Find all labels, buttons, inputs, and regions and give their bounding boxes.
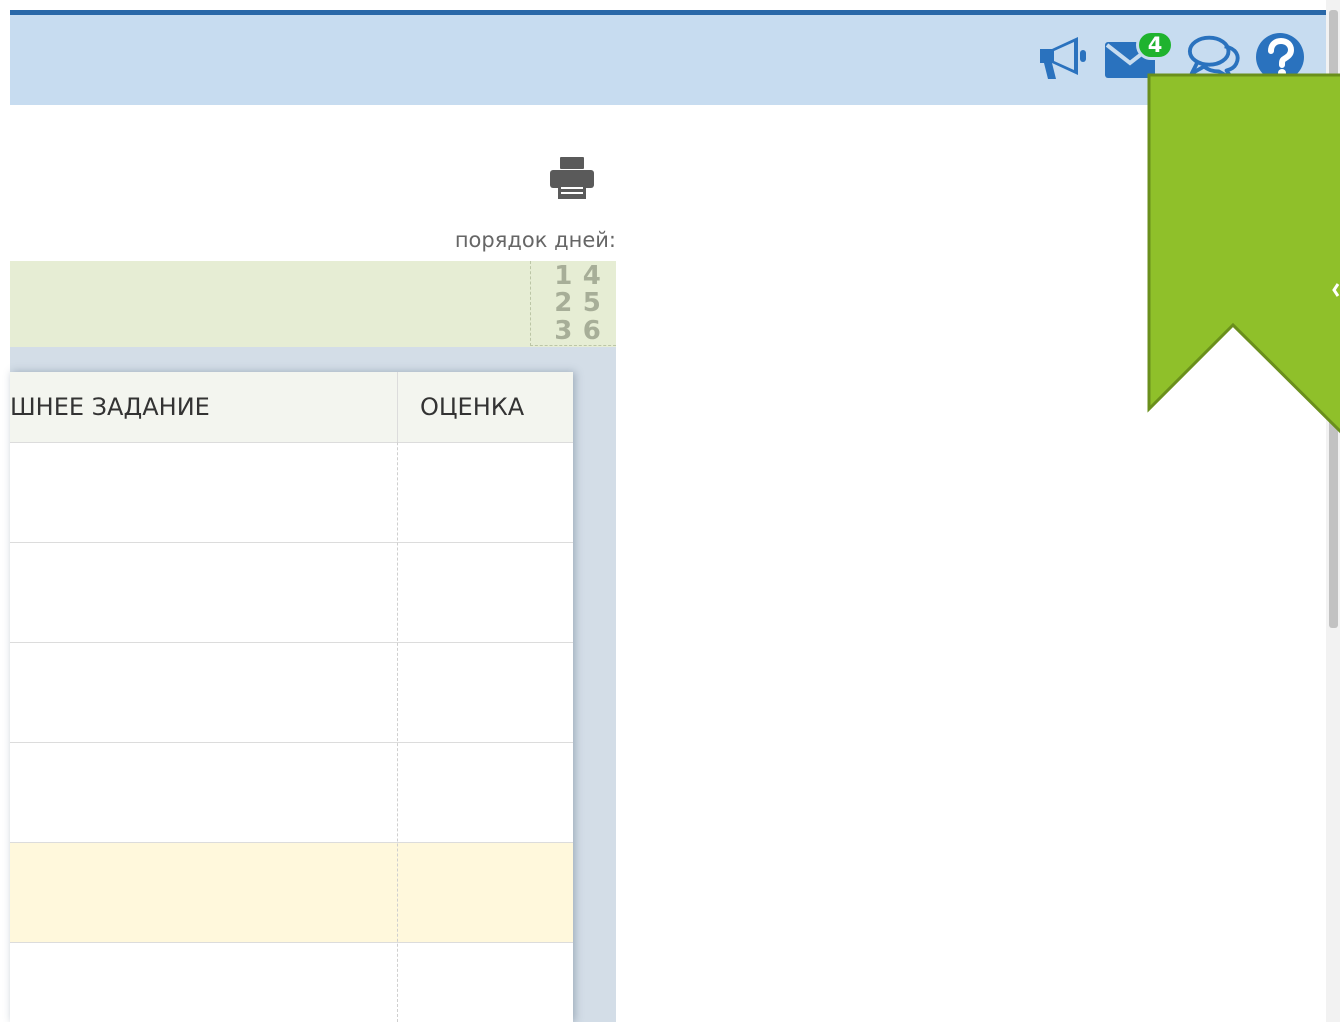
print-button[interactable] <box>548 155 596 201</box>
days-order-cell: 3 <box>554 315 573 346</box>
homework-cell <box>20 943 390 1022</box>
days-order-cell: 6 <box>582 315 601 346</box>
table-row <box>10 543 573 643</box>
grade-cell <box>408 943 568 1022</box>
announcements-button[interactable] <box>1034 30 1090 84</box>
table-header-row: ШНЕЕ ЗАДАНИЕ ОЦЕНКА <box>10 372 573 443</box>
grade-cell <box>408 543 568 643</box>
homework-cell <box>20 543 390 643</box>
megaphone-icon <box>1040 37 1086 79</box>
homework-cell <box>20 843 390 943</box>
week-days-strip <box>10 261 616 347</box>
header-column-divider <box>397 372 398 442</box>
table-row <box>10 643 573 743</box>
column-header-grade: ОЦЕНКА <box>420 393 525 421</box>
homework-cell <box>20 443 390 543</box>
column-header-homework: ШНЕЕ ЗАДАНИЕ <box>10 393 210 421</box>
days-order-cell: 2 <box>554 288 573 319</box>
table-row-highlighted <box>10 843 573 943</box>
table-row <box>10 943 573 1022</box>
homework-cell <box>20 743 390 843</box>
unread-messages-badge: 4 <box>1136 30 1174 60</box>
days-order-label: порядок дней: <box>454 228 616 252</box>
table-row <box>10 443 573 543</box>
grade-cell <box>408 443 568 543</box>
diary-table: ШНЕЕ ЗАДАНИЕ ОЦЕНКА <box>10 372 573 1022</box>
grade-cell <box>408 743 568 843</box>
days-order-toggle[interactable]: 1 4 2 5 3 6 <box>530 261 616 346</box>
bookmark-ribbon[interactable] <box>1146 72 1340 437</box>
table-row <box>10 743 573 843</box>
printer-icon <box>550 157 594 199</box>
days-order-cell: 1 <box>554 261 573 291</box>
homework-cell <box>20 643 390 743</box>
grade-cell <box>408 643 568 743</box>
days-order-cell: 4 <box>582 261 601 291</box>
column-divider <box>397 372 398 1022</box>
days-order-cell: 5 <box>582 288 601 319</box>
grade-cell <box>408 843 568 943</box>
bookmark-ribbon-icon <box>1147 73 1340 434</box>
